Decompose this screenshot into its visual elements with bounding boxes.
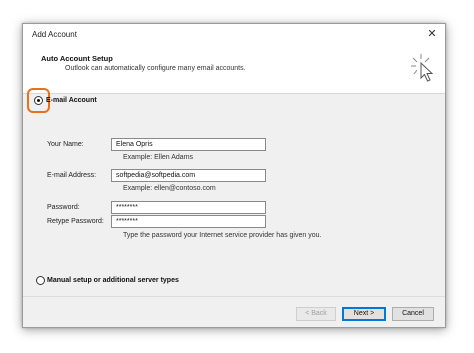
password-field[interactable]: ******** [111,201,266,214]
manual-setup-radio[interactable] [36,276,45,285]
wizard-cursor-icon [411,54,434,82]
close-icon[interactable]: ✕ [419,24,445,44]
next-button[interactable]: Next > [342,307,386,321]
retype-password-field[interactable]: ******** [111,215,266,228]
password-hint: Type the password your Internet service … [123,232,322,239]
your-name-example: Example: Ellen Adams [123,154,194,161]
manual-setup-label[interactable]: Manual setup or additional server types [47,277,179,284]
email-address-field[interactable]: softpedia@softpedia.com [111,169,266,182]
cancel-button[interactable]: Cancel [392,307,434,321]
email-account-radio[interactable] [34,96,43,105]
header-subtitle: Outlook can automatically configure many… [65,65,246,72]
back-button[interactable]: < Back [296,307,336,321]
retype-password-label: Retype Password: [47,218,104,225]
header-title: Auto Account Setup [41,54,113,63]
your-name-label: Your Name: [47,141,84,148]
password-label: Password: [47,204,80,211]
footer-divider [23,296,445,297]
wizard-header: Auto Account Setup Outlook can automatic… [23,44,445,94]
email-account-label[interactable]: E-mail Account [46,97,97,104]
title-bar: Add Account ✕ [23,24,445,44]
email-address-label: E-mail Address: [47,172,97,179]
your-name-field[interactable]: Elena Opris [111,138,266,151]
email-address-example: Example: ellen@contoso.com [123,185,216,192]
window-title: Add Account [32,30,77,39]
